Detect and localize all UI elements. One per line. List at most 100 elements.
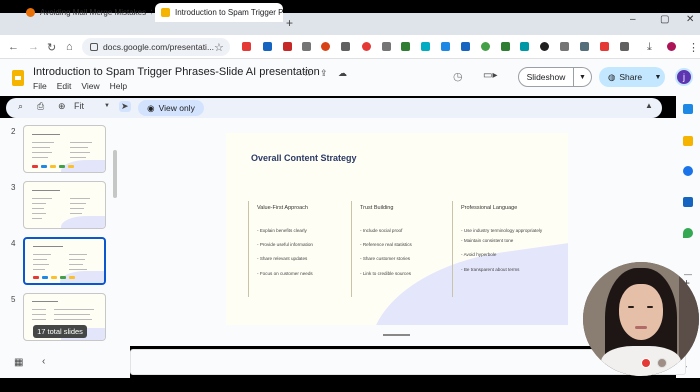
profile-avatar-icon[interactable] <box>667 42 676 51</box>
globe-icon: ◍ <box>607 71 616 82</box>
forward-arrow-icon[interactable]: → <box>28 41 39 53</box>
star-icon[interactable]: ☆ <box>303 68 312 79</box>
extension-icon[interactable] <box>441 42 450 51</box>
collapse-filmstrip-icon[interactable]: ‹ <box>42 356 45 367</box>
filmstrip-scrollbar[interactable] <box>113 150 117 198</box>
maximize-button[interactable]: ▢ <box>660 14 669 25</box>
menu-file[interactable]: File <box>33 81 47 91</box>
chevron-down-icon: ▼ <box>579 73 586 81</box>
tab-avoiding-mail-merge[interactable]: Avoiding Mail Merge Mistakes ✕ <box>20 3 152 22</box>
column-heading: Value-First Approach <box>257 205 308 211</box>
bullet-item: - Include social proof <box>360 228 403 233</box>
column-heading: Professional Language <box>461 205 518 211</box>
grid-view-icon[interactable]: ▦ <box>14 357 23 368</box>
cloud-status-icon: ☁ <box>338 68 347 78</box>
url-text: docs.google.com/presentati... <box>103 42 215 52</box>
bullet-item: - Provide useful information <box>257 242 313 248</box>
bullet-item: - Avoid hyperbole <box>461 252 497 258</box>
move-folder-icon[interactable]: ⇪ <box>320 68 328 79</box>
url-bar[interactable]: docs.google.com/presentati... <box>82 38 230 56</box>
extension-icon[interactable] <box>520 42 529 51</box>
meet-video-icon[interactable]: ▭▸ <box>483 70 497 81</box>
back-arrow-icon[interactable]: ← <box>8 41 19 53</box>
bullet-item: - Use industry terminology appropriately <box>461 228 543 233</box>
view-only-button[interactable]: ◉ View only <box>138 100 204 116</box>
tasks-icon[interactable] <box>683 166 693 176</box>
keep-icon[interactable] <box>683 136 693 146</box>
account-avatar[interactable]: j <box>675 68 693 86</box>
slide-thumbnail[interactable] <box>23 181 106 229</box>
extensions-puzzle-icon[interactable] <box>620 42 629 51</box>
contacts-icon[interactable] <box>683 197 693 207</box>
slides-logo-icon[interactable] <box>12 70 24 86</box>
slide-thumbnail-selected[interactable] <box>23 237 106 285</box>
address-bar-row: ← → ↻ ⌂ docs.google.com/presentati... ☆ … <box>0 35 700 59</box>
menu-view[interactable]: View <box>81 81 99 91</box>
close-window-button[interactable]: ✕ <box>686 14 694 25</box>
extension-icon[interactable] <box>263 42 272 51</box>
calendar-icon[interactable] <box>683 104 693 114</box>
reload-icon[interactable]: ↻ <box>47 41 56 54</box>
search-icon[interactable]: ⌕ <box>18 101 23 112</box>
share-button[interactable]: ◍ Share <box>599 67 651 87</box>
extension-icon[interactable] <box>341 42 350 51</box>
menu-edit[interactable]: Edit <box>57 81 72 91</box>
slideshow-button[interactable]: Slideshow <box>518 67 574 87</box>
tab-spam-trigger-phrases[interactable]: Introduction to Spam Trigger Phrases ✕ <box>155 3 283 22</box>
extension-icon[interactable] <box>242 42 251 51</box>
download-icon[interactable]: ⤓ <box>647 41 652 54</box>
slide-number: 4 <box>11 239 16 248</box>
bullet-item: - Reference real statistics <box>360 242 412 248</box>
version-history-icon[interactable]: ◷ <box>453 70 463 83</box>
bottom-black-band <box>0 378 700 392</box>
webcam-overlay <box>583 262 699 376</box>
view-only-label: View only <box>158 103 195 113</box>
chevron-down-icon: ▼ <box>654 73 662 81</box>
extension-icon[interactable] <box>600 42 609 51</box>
slideshow-label: Slideshow <box>526 72 566 82</box>
extension-icon[interactable] <box>283 42 292 51</box>
extension-icon[interactable] <box>362 42 371 51</box>
extension-icon[interactable] <box>302 42 311 51</box>
record-button[interactable] <box>641 358 651 368</box>
chevron-down-icon[interactable]: ▼ <box>104 103 110 109</box>
chrome-menu-icon[interactable]: ⋮ <box>688 41 699 54</box>
extension-icon[interactable] <box>560 42 569 51</box>
slide-number: 3 <box>11 183 16 192</box>
zoom-select[interactable]: Fit <box>74 101 84 111</box>
extension-icon[interactable] <box>382 42 391 51</box>
new-tab-button[interactable]: + <box>286 16 293 30</box>
slide-thumbnail[interactable] <box>23 125 106 173</box>
bullet-item: - Link to credible sources <box>360 270 412 276</box>
content-column: Value-First Approach - Explain benefits … <box>248 201 348 297</box>
site-info-icon[interactable] <box>90 43 98 51</box>
content-column: Trust Building - Include social proof - … <box>351 201 451 297</box>
extension-icon[interactable] <box>321 42 330 51</box>
print-icon[interactable]: ⎙ <box>37 101 44 112</box>
extension-icon[interactable] <box>580 42 589 51</box>
collapse-toolbar-icon[interactable]: ▲ <box>645 101 653 110</box>
extension-icon[interactable] <box>421 42 430 51</box>
maps-icon[interactable] <box>683 228 693 238</box>
total-slides-badge: 17 total slides <box>33 325 87 338</box>
zoom-icon[interactable]: ⊕ <box>58 101 66 112</box>
pause-button[interactable] <box>657 358 667 368</box>
slide-number: 2 <box>11 127 16 136</box>
extension-icon[interactable] <box>540 42 549 51</box>
presentation-title[interactable]: Introduction to Spam Trigger Phrases-Sli… <box>33 66 320 78</box>
bullet-item: - Explain benefits clearly <box>257 228 307 233</box>
extension-icon[interactable] <box>401 42 410 51</box>
extension-icon[interactable] <box>501 42 510 51</box>
minimize-button[interactable]: – <box>630 14 636 25</box>
menu-help[interactable]: Help <box>110 81 127 91</box>
speaker-notes-handle[interactable] <box>383 334 410 336</box>
home-icon[interactable]: ⌂ <box>66 41 73 53</box>
bookmark-star-icon[interactable]: ☆ <box>214 41 224 54</box>
bullet-item: - Share relevant updates <box>257 256 308 262</box>
select-cursor-icon[interactable]: ➤ <box>119 101 131 112</box>
slide-canvas[interactable]: Overall Content Strategy Value-First App… <box>226 133 568 325</box>
extension-icon[interactable] <box>461 42 470 51</box>
content-column: Professional Language - Use industry ter… <box>452 201 562 297</box>
tab-close-icon[interactable]: ✕ <box>146 8 152 17</box>
extension-icon[interactable] <box>481 42 490 51</box>
